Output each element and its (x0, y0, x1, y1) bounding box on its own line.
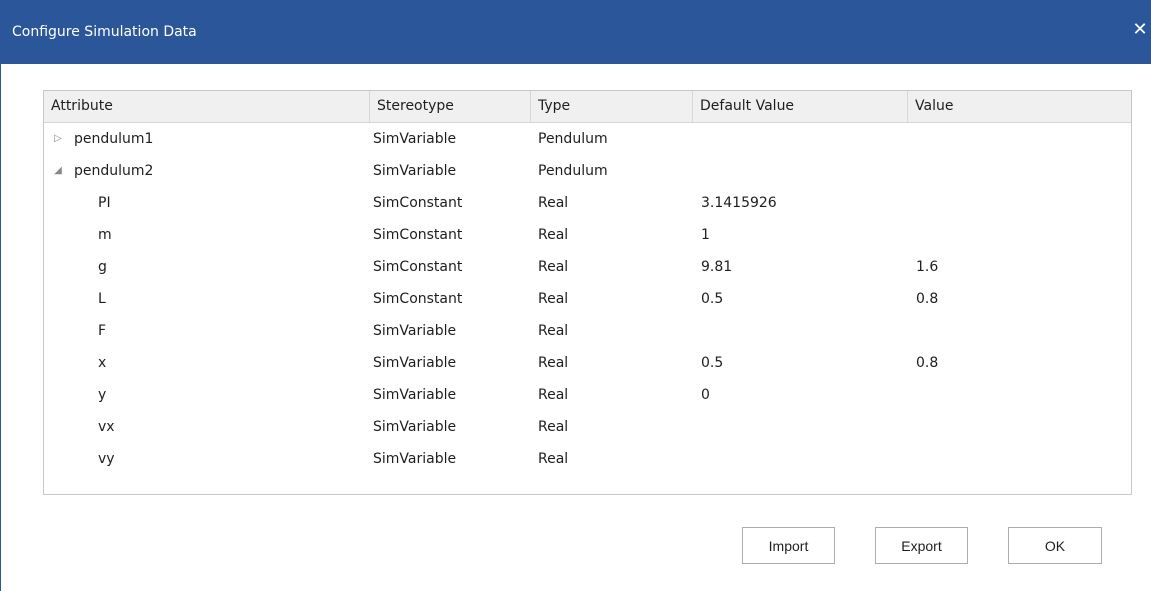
cell-stereotype: SimVariable (373, 387, 457, 403)
ok-button[interactable]: OK (1008, 527, 1102, 564)
table-row[interactable]: ▷ pendulum1 SimVariable Pendulum (44, 123, 1131, 155)
cell-stereotype: SimVariable (373, 163, 457, 179)
cell-type: Real (538, 195, 569, 211)
table-row[interactable]: L SimConstant Real 0.5 0.8 (44, 283, 1131, 315)
cell-type: Real (538, 259, 569, 275)
cell-attribute: vy (98, 451, 115, 467)
cell-stereotype: SimVariable (373, 323, 457, 339)
grid-header: Attribute Stereotype Type Default Value … (44, 91, 1131, 123)
cell-attribute: PI (98, 195, 111, 211)
cell-default: 1 (701, 227, 710, 243)
cell-stereotype: SimVariable (373, 355, 457, 371)
cell-attribute: L (98, 291, 106, 307)
cell-type: Real (538, 387, 569, 403)
cell-type: Real (538, 227, 569, 243)
close-icon[interactable]: ✕ (1128, 14, 1151, 44)
cell-attribute: pendulum2 (74, 163, 154, 179)
cell-type: Pendulum (538, 131, 608, 147)
table-row[interactable]: vx SimVariable Real (44, 411, 1131, 443)
table-row[interactable]: x SimVariable Real 0.5 0.8 (44, 347, 1131, 379)
cell-attribute: vx (98, 419, 115, 435)
title-bar: Configure Simulation Data ✕ (1, 0, 1151, 64)
cell-type: Real (538, 323, 569, 339)
cell-attribute: m (98, 227, 112, 243)
cell-stereotype: SimConstant (373, 291, 463, 307)
cell-default: 0.5 (701, 355, 724, 371)
cell-attribute: g (98, 259, 107, 275)
table-row[interactable]: vy SimVariable Real (44, 443, 1131, 475)
table-row[interactable]: ◢ pendulum2 SimVariable Pendulum (44, 155, 1131, 187)
cell-attribute: x (98, 355, 107, 371)
column-header-type[interactable]: Type (531, 91, 693, 122)
cell-stereotype: SimVariable (373, 451, 457, 467)
cell-type: Pendulum (538, 163, 608, 179)
cell-stereotype: SimConstant (373, 227, 463, 243)
cell-attribute: F (98, 323, 107, 339)
export-button[interactable]: Export (875, 527, 968, 564)
cell-stereotype: SimVariable (373, 419, 457, 435)
cell-attribute: y (98, 387, 107, 403)
table-row[interactable]: F SimVariable Real (44, 315, 1131, 347)
cell-default: 9.81 (701, 259, 733, 275)
cell-attribute: pendulum1 (74, 131, 154, 147)
import-button[interactable]: Import (742, 527, 835, 564)
column-header-value[interactable]: Value (908, 91, 1131, 122)
cell-value[interactable]: 0.8 (916, 347, 938, 379)
table-row[interactable]: m SimConstant Real 1 (44, 219, 1131, 251)
collapse-arrow-icon[interactable]: ◢ (52, 155, 64, 187)
cell-stereotype: SimConstant (373, 259, 463, 275)
table-row[interactable]: y SimVariable Real 0 (44, 379, 1131, 411)
cell-default: 0 (701, 387, 710, 403)
dialog-title: Configure Simulation Data (12, 24, 197, 40)
cell-default: 0.5 (701, 291, 724, 307)
table-row[interactable]: g SimConstant Real 9.81 1.6 (44, 251, 1131, 283)
expand-arrow-icon[interactable]: ▷ (52, 123, 64, 155)
simulation-data-grid: Attribute Stereotype Type Default Value … (43, 90, 1132, 495)
cell-default: 3.1415926 (701, 195, 777, 211)
column-header-attribute[interactable]: Attribute (44, 91, 370, 122)
cell-type: Real (538, 419, 569, 435)
configure-simulation-dialog: Configure Simulation Data ✕ Attribute St… (0, 0, 1151, 591)
column-header-default-value[interactable]: Default Value (693, 91, 908, 122)
cell-type: Real (538, 451, 569, 467)
cell-stereotype: SimVariable (373, 131, 457, 147)
cell-stereotype: SimConstant (373, 195, 463, 211)
cell-value[interactable]: 0.8 (916, 283, 938, 315)
cell-type: Real (538, 291, 569, 307)
cell-type: Real (538, 355, 569, 371)
table-row[interactable]: PI SimConstant Real 3.1415926 (44, 187, 1131, 219)
column-header-stereotype[interactable]: Stereotype (370, 91, 531, 122)
cell-value[interactable]: 1.6 (916, 251, 938, 283)
